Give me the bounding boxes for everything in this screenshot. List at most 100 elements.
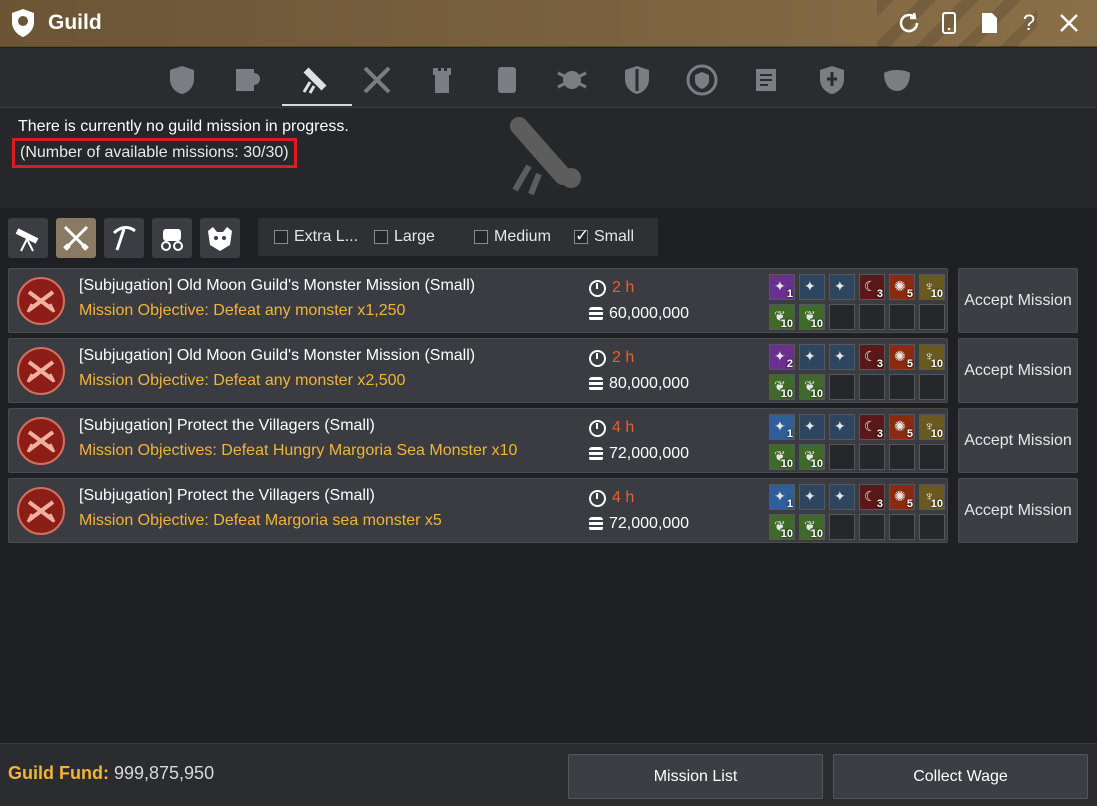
cup-reward-icon[interactable]: ♆ 10 — [919, 274, 945, 300]
green-reward-icon[interactable]: ❦ 10 — [769, 304, 795, 330]
tab-mask[interactable] — [867, 54, 927, 106]
mission-objective: Mission Objective: Defeat any monster x1… — [79, 302, 406, 319]
tab-fleur-shield[interactable] — [802, 54, 862, 106]
mission-reward-fund: 72,000,000 — [589, 515, 689, 533]
war-icon — [363, 66, 391, 94]
document-icon[interactable] — [971, 8, 1007, 38]
mobile-icon[interactable] — [931, 8, 967, 38]
checkbox[interactable] — [274, 230, 288, 244]
size-large[interactable]: Large — [374, 228, 435, 246]
empty-reward-slot — [919, 374, 945, 400]
tab-records[interactable] — [737, 54, 797, 106]
tab-guild-info[interactable] — [152, 54, 212, 106]
mission-list-button[interactable]: Mission List — [568, 754, 823, 799]
size-medium[interactable]: Medium — [474, 228, 551, 246]
mission-duration: 2 h — [589, 349, 634, 367]
checkbox-checked[interactable] — [574, 226, 589, 246]
filter-telescope[interactable] — [8, 218, 48, 258]
purple-reward-icon[interactable]: ✦ 2 — [769, 344, 795, 370]
filter-subjugation[interactable] — [56, 218, 96, 258]
green-reward-icon[interactable]: ❦ 10 — [799, 514, 825, 540]
exp-reward-icon[interactable]: ✦ — [799, 414, 825, 440]
size-small[interactable]: Small — [574, 226, 634, 246]
exp-reward-icon[interactable]: ✦ — [829, 344, 855, 370]
green-reward-icon[interactable]: ❦ 10 — [769, 374, 795, 400]
green-reward-icon[interactable]: ❦ 10 — [769, 514, 795, 540]
accept-mission-button[interactable]: Accept Mission — [958, 338, 1078, 403]
tab-shield[interactable] — [607, 54, 667, 106]
exp-reward-icon[interactable]: ✦ — [829, 414, 855, 440]
empty-reward-slot — [859, 514, 885, 540]
orb-reward-icon[interactable]: ✺ 5 — [889, 344, 915, 370]
subjugation-medal-icon — [17, 277, 65, 325]
moon-reward-icon[interactable]: ☾ 3 — [859, 484, 885, 510]
moon-reward-icon[interactable]: ☾ 3 — [859, 414, 885, 440]
exp-reward-icon[interactable]: ✦ — [829, 274, 855, 300]
empty-reward-slot — [919, 304, 945, 330]
checkbox[interactable] — [374, 230, 388, 244]
orb-reward-icon[interactable]: ✺ 5 — [889, 414, 915, 440]
exp-reward-icon[interactable]: ✦ — [799, 274, 825, 300]
empty-reward-slot — [889, 304, 915, 330]
mission-reward-fund: 72,000,000 — [589, 445, 689, 463]
help-icon[interactable]: ? — [1011, 8, 1047, 38]
accept-mission-button[interactable]: Accept Mission — [958, 408, 1078, 473]
close-icon[interactable] — [1051, 8, 1087, 38]
mission-row[interactable]: [Subjugation] Old Moon Guild's Monster M… — [8, 338, 948, 403]
accept-mission-button[interactable]: Accept Mission — [958, 478, 1078, 543]
available-missions-count: (Number of available missions: 30/30) — [12, 138, 297, 168]
accept-mission-button[interactable]: Accept Mission — [958, 268, 1078, 333]
green-reward-icon[interactable]: ❦ 10 — [799, 304, 825, 330]
mission-row[interactable]: [Subjugation] Protect the Villagers (Sma… — [8, 408, 948, 473]
orb-reward-icon[interactable]: ✺ 5 — [889, 484, 915, 510]
purple-reward-icon[interactable]: ✦ 1 — [769, 274, 795, 300]
subjugation-medal-icon — [17, 417, 65, 465]
exp-reward-icon[interactable]: ✦ — [829, 484, 855, 510]
moon-reward-icon[interactable]: ☾ 3 — [859, 344, 885, 370]
green-reward-icon[interactable]: ❦ 10 — [799, 444, 825, 470]
moon-reward-icon[interactable]: ☾ 3 — [859, 274, 885, 300]
checkbox[interactable] — [474, 230, 488, 244]
green-reward-icon[interactable]: ❦ 10 — [799, 374, 825, 400]
filter-boss[interactable] — [200, 218, 240, 258]
coins-icon — [589, 447, 603, 461]
tab-tower[interactable] — [412, 54, 472, 106]
collect-wage-button[interactable]: Collect Wage — [833, 754, 1088, 799]
green-reward-icon[interactable]: ❦ 10 — [769, 444, 795, 470]
blue-reward-icon[interactable]: ✦ 1 — [769, 484, 795, 510]
window-title: Guild — [48, 11, 102, 34]
tab-crest[interactable] — [542, 54, 602, 106]
mission-reward-fund: 80,000,000 — [589, 375, 689, 393]
mission-objective: Mission Objectives: Defeat Hungry Margor… — [79, 442, 518, 459]
mission-row[interactable]: [Subjugation] Protect the Villagers (Sma… — [8, 478, 948, 543]
mission-scroll-icon — [510, 117, 581, 196]
tab-notice[interactable] — [477, 54, 537, 106]
coins-icon — [589, 517, 603, 531]
objective-count: 1,250 — [365, 302, 406, 319]
refresh-icon[interactable] — [891, 8, 927, 38]
exp-reward-icon[interactable]: ✦ — [799, 344, 825, 370]
empty-reward-slot — [859, 444, 885, 470]
reward-slots: ✦ 2 ✦ ✦ ☾ 3 ✺ 5 ♆ 10 ❦ 10 ❦ 10 — [769, 344, 945, 400]
size-extra-large[interactable]: Extra L... — [274, 228, 358, 246]
exp-reward-icon[interactable]: ✦ — [799, 484, 825, 510]
tab-missions[interactable] — [282, 54, 352, 106]
coins-icon — [589, 377, 603, 391]
cup-reward-icon[interactable]: ♆ 10 — [919, 484, 945, 510]
filter-gathering[interactable] — [104, 218, 144, 258]
clock-icon — [589, 349, 606, 367]
guild-fund-value: 999,875,950 — [113, 763, 215, 783]
empty-reward-slot — [919, 514, 945, 540]
pickaxe-icon — [112, 226, 136, 251]
empty-reward-slot — [889, 374, 915, 400]
orb-reward-icon[interactable]: ✺ 5 — [889, 274, 915, 300]
mission-duration: 4 h — [589, 489, 634, 507]
blue-reward-icon[interactable]: ✦ 1 — [769, 414, 795, 440]
cup-reward-icon[interactable]: ♆ 10 — [919, 344, 945, 370]
filter-trade[interactable] — [152, 218, 192, 258]
cup-reward-icon[interactable]: ♆ 10 — [919, 414, 945, 440]
mission-row[interactable]: [Subjugation] Old Moon Guild's Monster M… — [8, 268, 948, 333]
tab-emblem[interactable] — [672, 54, 732, 106]
tab-war[interactable] — [347, 54, 407, 106]
tab-members[interactable] — [217, 54, 277, 106]
